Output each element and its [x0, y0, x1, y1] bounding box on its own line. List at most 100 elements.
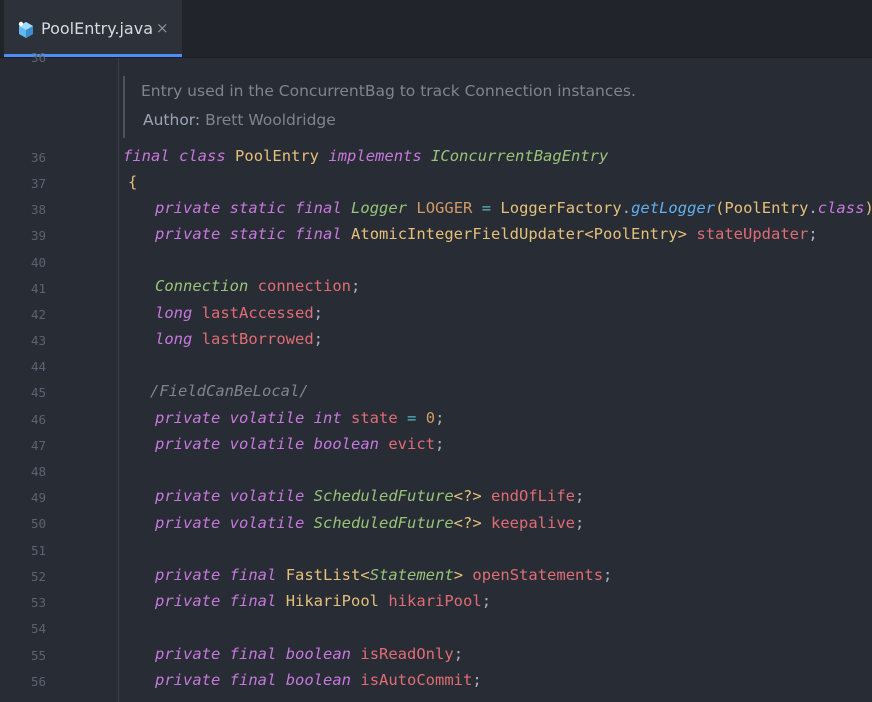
- code-line-47[interactable]: private volatile boolean evict;: [155, 435, 444, 453]
- keyword: static: [229, 225, 286, 243]
- interface-name: IConcurrentBagEntry: [431, 147, 609, 165]
- line-number: 36: [30, 50, 46, 65]
- code-line-37[interactable]: {: [128, 173, 137, 191]
- generic-bracket: <: [584, 225, 594, 243]
- code-line-46[interactable]: private volatile int state = 0;: [155, 409, 444, 427]
- java-class-icon: [18, 21, 33, 38]
- keyword: private: [155, 409, 221, 427]
- generic-bracket: <?>: [453, 514, 482, 532]
- keyword: volatile: [229, 435, 305, 453]
- field-name: openStatements: [472, 566, 604, 584]
- class-name: AtomicIntegerFieldUpdater: [351, 225, 585, 243]
- punctuation: );: [864, 199, 872, 217]
- keyword: class: [179, 147, 226, 165]
- field-name: isReadOnly: [360, 645, 454, 663]
- keyword: boolean: [313, 435, 379, 453]
- line-number: 49: [30, 490, 46, 505]
- field-name: state: [351, 409, 398, 427]
- field-name: lastBorrowed: [201, 330, 314, 348]
- line-number: 36: [30, 150, 46, 165]
- keyword: private: [155, 671, 221, 689]
- line-number: 56: [30, 674, 46, 689]
- code-line-42[interactable]: long lastAccessed;: [155, 304, 323, 322]
- punctuation: ;: [313, 330, 323, 348]
- keyword: final: [295, 225, 342, 243]
- field-name: stateUpdater: [696, 225, 809, 243]
- line-number: 50: [30, 516, 46, 531]
- code-line-36[interactable]: final class PoolEntry implements IConcur…: [123, 147, 608, 165]
- keyword: boolean: [285, 645, 352, 663]
- line-number: 40: [30, 255, 46, 270]
- interface-name: Statement: [369, 566, 454, 584]
- keyword: volatile: [229, 487, 305, 505]
- tab-poolentry-java[interactable]: PoolEntry.java ×: [4, 0, 182, 57]
- line-number: 38: [30, 202, 46, 217]
- class-name: PoolEntry: [724, 199, 809, 217]
- keyword: private: [155, 225, 221, 243]
- keyword: private: [155, 592, 221, 610]
- line-number: 43: [30, 333, 46, 348]
- code-line-56[interactable]: private final boolean isAutoCommit;: [155, 671, 482, 689]
- keyword: private: [155, 514, 221, 532]
- keyword: final: [295, 199, 342, 217]
- line-number: 54: [30, 621, 46, 636]
- line-number: 53: [30, 595, 46, 610]
- code-line-38[interactable]: private static final Logger LOGGER = Log…: [155, 199, 872, 217]
- punctuation: ;: [575, 514, 585, 532]
- code-line-43[interactable]: long lastBorrowed;: [155, 330, 323, 348]
- keyword: final: [229, 592, 277, 610]
- operator: =: [481, 199, 492, 217]
- punctuation: ;: [808, 225, 818, 243]
- field-name: isAutoCommit: [360, 671, 473, 689]
- field-name: connection: [257, 277, 351, 295]
- punctuation: ;: [313, 304, 323, 322]
- line-number: 42: [30, 307, 46, 322]
- punctuation: ;: [603, 566, 613, 584]
- class-name: LoggerFactory: [500, 199, 622, 217]
- field-name: lastAccessed: [201, 304, 314, 322]
- field-name: evict: [388, 435, 436, 453]
- generic-bracket: >: [677, 225, 688, 243]
- code-line-52[interactable]: private final FastList<Statement> openSt…: [155, 566, 612, 584]
- keyword: final: [123, 147, 170, 165]
- line-number: 51: [30, 543, 46, 558]
- punctuation: ;: [472, 671, 482, 689]
- javadoc-author-name: Brett Wooldridge: [205, 111, 336, 129]
- punctuation: ;: [453, 645, 464, 663]
- close-icon[interactable]: ×: [156, 19, 169, 37]
- line-number: 47: [30, 438, 46, 453]
- punctuation: ;: [481, 592, 492, 610]
- code-line-45[interactable]: /FieldCanBeLocal/: [150, 382, 309, 400]
- field-name: hikariPool: [388, 592, 482, 610]
- line-number: 45: [30, 385, 46, 400]
- line-number: 46: [30, 412, 46, 427]
- punctuation: ;: [435, 435, 445, 453]
- keyword: private: [155, 435, 221, 453]
- code-line-41[interactable]: Connection connection;: [155, 277, 360, 295]
- keyword: final: [229, 566, 277, 584]
- keyword: final: [229, 645, 277, 663]
- code-line-49[interactable]: private volatile ScheduledFuture<?> endO…: [155, 487, 584, 505]
- interface-name: ScheduledFuture: [313, 514, 454, 532]
- keyword: int: [313, 409, 342, 427]
- editor-tab-bar: PoolEntry.java ×: [0, 0, 872, 58]
- code-line-39[interactable]: private static final AtomicIntegerFieldU…: [155, 225, 818, 243]
- field-name: keepalive: [491, 514, 575, 532]
- generic-bracket: <: [360, 566, 370, 584]
- operator: =: [407, 409, 417, 427]
- type-name: Connection: [155, 277, 249, 295]
- generic-bracket: <?>: [453, 487, 482, 505]
- type-name: Logger: [351, 199, 408, 217]
- open-brace: {: [128, 173, 138, 191]
- code-line-53[interactable]: private final HikariPool hikariPool;: [155, 592, 491, 610]
- keyword: implements: [328, 147, 422, 165]
- line-number: 37: [30, 176, 46, 191]
- code-line-50[interactable]: private volatile ScheduledFuture<?> keep…: [155, 514, 584, 532]
- field-name: endOfLife: [491, 487, 575, 505]
- javadoc-author-label: Author:: [143, 111, 201, 129]
- keyword: final: [229, 671, 277, 689]
- interface-name: ScheduledFuture: [313, 487, 454, 505]
- line-number: 48: [30, 464, 46, 479]
- punctuation: .: [621, 199, 632, 217]
- code-line-55[interactable]: private final boolean isReadOnly;: [155, 645, 463, 663]
